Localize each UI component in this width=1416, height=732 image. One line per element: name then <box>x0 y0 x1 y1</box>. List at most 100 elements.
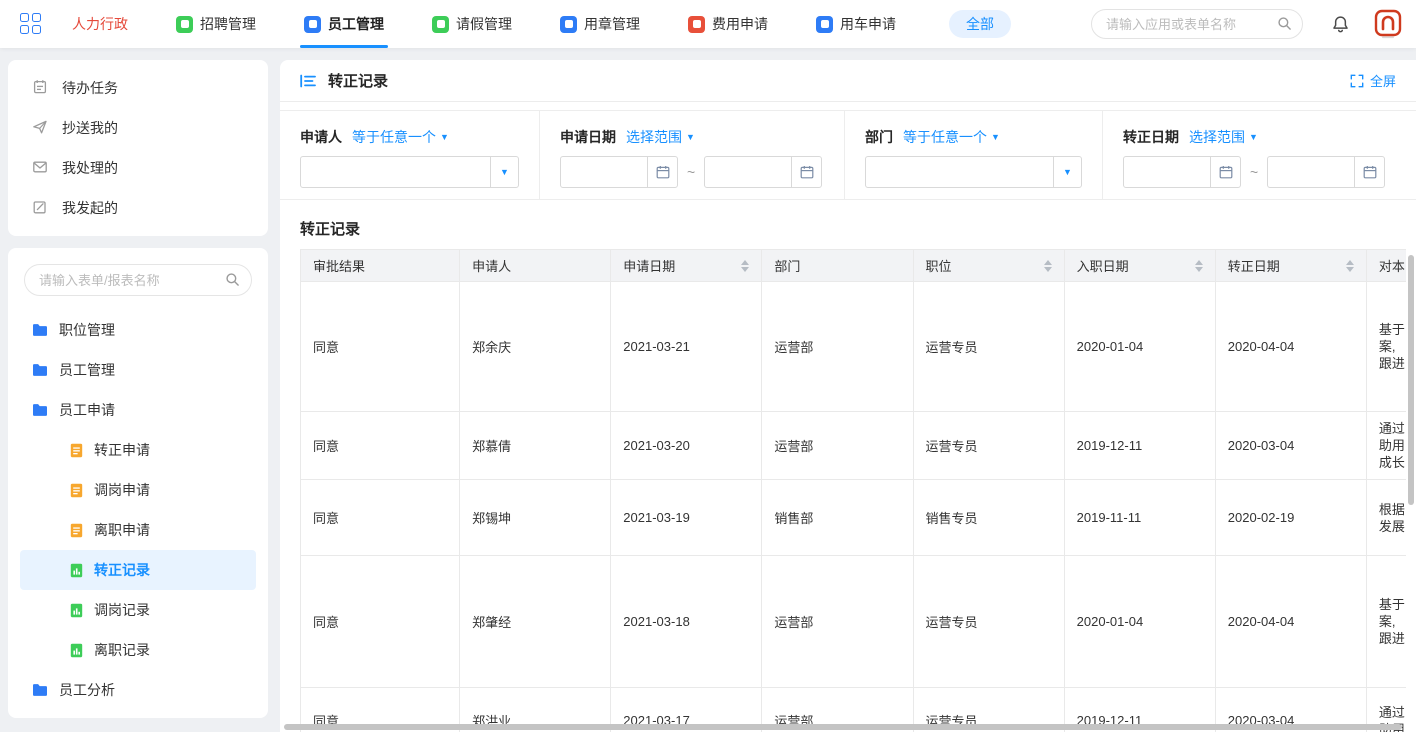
page-header: 转正记录 全屏 <box>280 60 1416 102</box>
calendar-icon[interactable] <box>647 157 677 187</box>
nav-item-seal-mgmt[interactable]: 用章管理 <box>560 0 640 48</box>
sidebar-item-position-mgmt[interactable]: 职位管理 <box>20 310 256 350</box>
folder-icon <box>32 323 48 337</box>
filter-condition-dropdown[interactable]: 等于任意一个 ▼ <box>903 127 1000 147</box>
tree-item-label: 员工分析 <box>59 680 115 700</box>
col-evaluation: 对本 <box>1366 250 1406 282</box>
form-search <box>24 264 252 296</box>
table-header-row: 审批结果 申请人 申请日期 部门 职位 入职日期 转正日期 对本 <box>301 250 1407 282</box>
calendar-icon[interactable] <box>1354 157 1384 187</box>
col-entry-date[interactable]: 入职日期 <box>1064 250 1215 282</box>
horizontal-scrollbar[interactable] <box>284 724 1402 730</box>
nav-item-expense[interactable]: 费用申请 <box>688 0 768 48</box>
cell-applicant: 郑锡坤 <box>460 480 611 556</box>
search-icon[interactable] <box>225 272 240 290</box>
regular-date-start-field <box>1123 156 1241 188</box>
filter-condition-dropdown[interactable]: 选择范围 ▼ <box>626 127 695 147</box>
calendar-icon[interactable] <box>791 157 821 187</box>
nav-item-recruitment[interactable]: 招聘管理 <box>176 0 256 48</box>
sidebar-item-handled-by-me[interactable]: 我处理的 <box>8 148 268 188</box>
filter-bar: 申请人 等于任意一个 ▼ ▼ 申请日期 选择范围 ▼ <box>280 110 1416 200</box>
sort-icon[interactable] <box>1044 260 1052 272</box>
fullscreen-button[interactable]: 全屏 <box>1350 71 1396 90</box>
leave-app-icon <box>432 16 449 33</box>
sidebar-item-employee-analysis[interactable]: 员工分析 <box>20 670 256 710</box>
tasks-panel: 待办任务 抄送我的 我处理的 我发起的 <box>8 60 268 236</box>
form-search-input[interactable] <box>24 264 252 296</box>
sidebar-item-transfer-apply[interactable]: 调岗申请 <box>20 470 256 510</box>
vertical-scrollbar[interactable] <box>1408 255 1414 505</box>
cell-department: 运营部 <box>762 556 913 688</box>
folder-icon <box>32 363 48 377</box>
regular-date-end-input[interactable] <box>1268 157 1354 187</box>
chevron-down-icon[interactable]: ▼ <box>1053 157 1081 187</box>
seal-app-icon <box>560 16 577 33</box>
cell-entry-date: 2019-11-11 <box>1064 480 1215 556</box>
notifications-bell-icon[interactable] <box>1331 15 1350 34</box>
all-apps-button[interactable]: 全部 <box>949 10 1011 38</box>
tree-item-label: 员工管理 <box>59 360 115 380</box>
folder-icon <box>32 683 48 697</box>
records-section: 转正记录 审批结果 申请人 申请日期 部门 职位 入职日期 转正日期 <box>280 218 1416 732</box>
sidebar-item-todo-tasks[interactable]: 待办任务 <box>8 68 268 108</box>
chevron-down-icon[interactable]: ▼ <box>490 157 518 187</box>
app-launcher-icon[interactable] <box>20 13 42 35</box>
chevron-down-icon: ▼ <box>686 132 695 142</box>
form-icon <box>70 483 83 498</box>
cell-regular-date: 2020-04-04 <box>1215 282 1366 412</box>
nav-item-hr-admin[interactable]: 人力行政 <box>72 0 128 48</box>
regular-date-end-field <box>1267 156 1385 188</box>
sidebar-item-regularization-records[interactable]: 转正记录 <box>20 550 256 590</box>
report-icon <box>70 563 83 578</box>
clipboard-icon <box>32 79 48 98</box>
chevron-down-icon: ▼ <box>991 132 1000 142</box>
col-department: 部门 <box>762 250 913 282</box>
tree-item-label: 转正记录 <box>94 560 150 580</box>
range-separator: ~ <box>1250 164 1258 180</box>
sort-icon[interactable] <box>741 260 749 272</box>
table-scroll-area[interactable]: 审批结果 申请人 申请日期 部门 职位 入职日期 转正日期 对本 同意 郑余庆 <box>300 249 1406 732</box>
sidebar-item-cc-to-me[interactable]: 抄送我的 <box>8 108 268 148</box>
col-apply-date[interactable]: 申请日期 <box>611 250 762 282</box>
col-regular-date[interactable]: 转正日期 <box>1215 250 1366 282</box>
sidebar-item-initiated-by-me[interactable]: 我发起的 <box>8 188 268 228</box>
tree-item-label: 调岗记录 <box>94 600 150 620</box>
sidebar: 待办任务 抄送我的 我处理的 我发起的 <box>8 60 268 718</box>
cell-regular-date: 2020-03-04 <box>1215 412 1366 480</box>
filter-condition-dropdown[interactable]: 选择范围 ▼ <box>1189 127 1258 147</box>
cell-approval: 同意 <box>301 480 460 556</box>
col-position[interactable]: 职位 <box>913 250 1064 282</box>
sort-icon[interactable] <box>1195 260 1203 272</box>
sidebar-item-resignation-apply[interactable]: 离职申请 <box>20 510 256 550</box>
apply-date-end-input[interactable] <box>705 157 791 187</box>
form-icon <box>70 523 83 538</box>
menu-collapse-icon[interactable] <box>300 74 316 88</box>
cell-note: 通过 助用 成长 <box>1366 412 1406 480</box>
apply-date-start-input[interactable] <box>561 157 647 187</box>
nav-item-vehicle[interactable]: 用车申请 <box>816 0 896 48</box>
col-approval-result: 审批结果 <box>301 250 460 282</box>
applicant-select[interactable]: ▼ <box>300 156 519 188</box>
page-title: 转正记录 <box>328 70 388 91</box>
sidebar-item-employee-mgmt[interactable]: 员工管理 <box>20 350 256 390</box>
nav-item-employee-mgmt[interactable]: 员工管理 <box>304 0 384 48</box>
calendar-icon[interactable] <box>1210 157 1240 187</box>
sidebar-item-resignation-records[interactable]: 离职记录 <box>20 630 256 670</box>
cell-note: 基于 案, 跟进 <box>1366 556 1406 688</box>
tree-item-label: 离职记录 <box>94 640 150 660</box>
cell-entry-date: 2019-12-11 <box>1064 412 1215 480</box>
tree-item-label: 调岗申请 <box>94 480 150 500</box>
sidebar-item-employee-apply[interactable]: 员工申请 <box>20 390 256 430</box>
tree-item-label: 职位管理 <box>59 320 115 340</box>
sidebar-item-transfer-records[interactable]: 调岗记录 <box>20 590 256 630</box>
brand-logo[interactable] <box>1374 9 1402 39</box>
regular-date-start-input[interactable] <box>1124 157 1210 187</box>
app-search-input[interactable] <box>1091 9 1303 39</box>
nav-item-leave-mgmt[interactable]: 请假管理 <box>432 0 512 48</box>
sort-icon[interactable] <box>1346 260 1354 272</box>
sidebar-item-regularization-apply[interactable]: 转正申请 <box>20 430 256 470</box>
top-nav: 人力行政 招聘管理 员工管理 请假管理 用章管理 费用申请 用车申请 全部 <box>0 0 1416 48</box>
filter-condition-dropdown[interactable]: 等于任意一个 ▼ <box>352 127 449 147</box>
department-select[interactable]: ▼ <box>865 156 1082 188</box>
search-icon[interactable] <box>1277 16 1292 34</box>
